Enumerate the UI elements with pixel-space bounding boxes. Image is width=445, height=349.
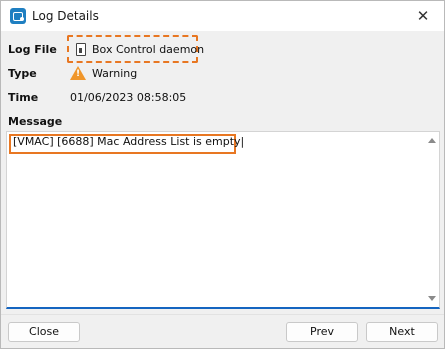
time-value: 01/06/2023 08:58:05	[70, 91, 187, 104]
window-title: Log Details	[32, 9, 99, 23]
message-text: [VMAC] [6688] Mac Address List is empty|	[13, 135, 245, 148]
type-label: Type	[8, 67, 37, 80]
type-value: Warning	[92, 67, 138, 80]
log-file-value: Box Control daemon	[92, 43, 205, 56]
device-icon	[76, 43, 86, 56]
scroll-down-icon[interactable]	[428, 296, 436, 301]
message-textarea[interactable]: [VMAC] [6688] Mac Address List is empty|	[6, 131, 440, 309]
log-file-value-box: Box Control daemon	[67, 35, 204, 63]
prev-button[interactable]: Prev	[286, 322, 358, 342]
message-scrollbar[interactable]	[425, 132, 439, 307]
title-bar: Log Details ✕	[1, 1, 444, 31]
log-file-label: Log File	[8, 43, 57, 56]
log-details-dialog: Log Details ✕ Log File Box Control daemo…	[0, 0, 445, 349]
scroll-up-icon[interactable]	[428, 138, 436, 143]
message-label: Message	[8, 115, 63, 128]
time-label: Time	[8, 91, 39, 104]
close-window-icon[interactable]: ✕	[412, 6, 434, 26]
footer-divider	[1, 314, 444, 315]
next-button[interactable]: Next	[366, 322, 438, 342]
close-button[interactable]: Close	[8, 322, 80, 342]
warning-mark: !	[76, 69, 81, 79]
app-icon	[10, 8, 26, 24]
